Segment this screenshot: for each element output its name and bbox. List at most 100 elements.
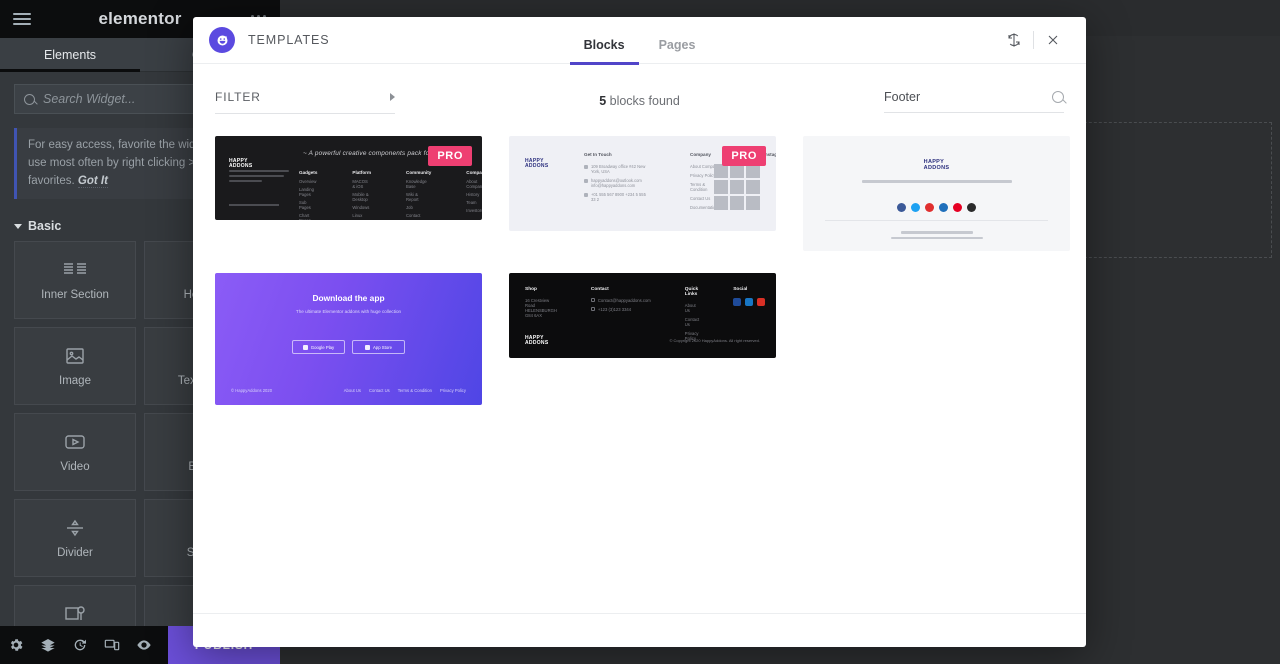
widget-label: Image [59,374,91,387]
instagram-grid [714,164,760,210]
template-columns: Shop 16 Crestview Road HELENSBURGH G84 6… [525,287,766,345]
widget-divider[interactable]: Divider [14,499,136,578]
template-links: About Us Contact Us Terms & Condition Pr… [344,388,466,393]
refresh-icon[interactable] [995,17,1033,64]
pinterest-icon [953,203,962,212]
pro-badge: PRO [722,146,766,166]
template-logo: HAPPY ADDONS [924,159,950,171]
mail-icon [584,178,588,183]
widget-label: Divider [57,546,93,559]
instagram-tile [730,180,744,194]
template-grid: PRO HAPPY ADDONS ~ A powerful creative c… [215,136,1070,427]
phone-icon [584,192,588,197]
instagram-tile [714,196,728,210]
template-card[interactable]: HAPPY ADDONS [803,136,1070,251]
tab-pages[interactable]: Pages [659,38,696,64]
template-thumbnail[interactable]: PRO HAPPY ADDONS Get In Touch 109 Broadw… [509,136,776,231]
favorites-notice-cta[interactable]: Got It [77,174,108,188]
template-columns: Gadgets Overview Landing Pages Sub Pages Cha… [299,170,482,220]
eye-icon[interactable] [128,626,160,664]
template-logo: HAPPY ADDONS [229,159,252,169]
template-column: Contact Contact@happyaddons.com +123 (3)… [590,287,651,345]
widget-label: Inner Section [41,288,109,301]
widget-category-label: Basic [28,219,62,234]
template-thumbnail[interactable]: HAPPY ADDONS [803,136,1070,251]
widget-video[interactable]: Video [14,413,136,492]
modal-body: PRO HAPPY ADDONS ~ A powerful creative c… [193,114,1086,613]
history-icon[interactable] [64,626,96,664]
social-icons [733,298,766,306]
apple-icon [364,344,370,350]
template-card[interactable]: Download the app The ultimate Elementor … [215,273,482,405]
footer-link[interactable]: About Us [344,388,361,393]
column-heading: Company [466,170,482,175]
youtube-icon [925,203,934,212]
template-search-input[interactable]: Footer [884,90,920,104]
template-thumbnail[interactable]: Shop 16 Crestview Road HELENSBURGH G84 6… [509,273,776,358]
social-icons [897,203,976,212]
google-play-icon [302,344,308,350]
instagram-tile [714,180,728,194]
footer-link[interactable]: Privacy Policy [440,388,466,393]
app-store-button[interactable]: App Store [352,340,405,354]
column-heading: Gadgets [299,170,318,175]
template-column: Company About Company History Team Investors [466,170,482,220]
logo-line-2: ADDONS [229,163,253,169]
gear-icon[interactable] [0,626,32,664]
filter-underline [215,113,395,114]
template-copyright [803,231,1070,239]
column-heading: Company [690,152,711,157]
widget-inner-section[interactable]: Inner Section [14,241,136,320]
column-item: Knowledge Base [406,179,427,189]
template-column: Social [733,287,766,345]
footer-link[interactable]: Terms & Condition [398,388,432,393]
templates-modal: TEMPLATES Blocks Pages FILTER 5 blocks f… [193,17,1086,647]
modal-toolbar: FILTER 5 blocks found Footer [193,64,1086,114]
modal-tabs: Blocks Pages [193,17,1086,65]
instagram-tile [730,164,744,178]
widget-search-placeholder: Search Widget... [43,92,136,106]
layers-icon[interactable] [32,626,64,664]
template-card[interactable]: Shop 16 Crestview Road HELENSBURGH G84 6… [509,273,776,405]
store-buttons: Google Play App Store [292,340,405,354]
template-thumbnail[interactable]: PRO HAPPY ADDONS ~ A powerful creative c… [215,136,482,220]
column-item: History [466,192,480,197]
tab-elements[interactable]: Elements [0,38,140,72]
column-item: Team [466,200,477,205]
column-item: Job [406,205,413,210]
screen: elementor Elements Global Search Widget.… [0,0,1280,664]
column-heading: Contact [590,287,609,292]
mail-icon [590,298,595,303]
column-heading: Social [733,287,748,292]
filter-label: FILTER [215,90,261,104]
widget-image[interactable]: Image [14,327,136,406]
divider-icon [62,518,88,538]
template-logo: HAPPY ADDONS [525,159,548,169]
filter-dropdown[interactable]: FILTER [215,90,395,114]
template-card[interactable]: PRO HAPPY ADDONS ~ A powerful creative c… [215,136,482,251]
template-card[interactable]: PRO HAPPY ADDONS Get In Touch 109 Broadw… [509,136,776,251]
close-icon[interactable] [1034,17,1072,64]
template-paragraph [229,170,289,185]
footer-link[interactable]: Contact Us [369,388,390,393]
template-thumbnail[interactable]: Download the app The ultimate Elementor … [215,273,482,405]
column-item: Investors [466,208,482,213]
logo-line-2: ADDONS [525,340,549,346]
search-icon[interactable] [1052,91,1064,103]
template-subtitle: The ultimate Elementor addons with huge … [295,309,402,314]
template-search[interactable]: Footer [884,90,1064,113]
github-icon [967,203,976,212]
template-copyright: © Copyright 2020 HappyAddons. All right … [669,338,760,343]
responsive-icon[interactable] [96,626,128,664]
google-play-button[interactable]: Google Play [292,340,345,354]
template-column: Gadgets Overview Landing Pages Sub Pages Cha… [299,170,317,220]
template-column: Get In Touch 109 Broadway office #42 New… [584,152,648,214]
column-item: About Us [684,303,696,313]
column-item: Landing Pages [299,187,314,197]
column-item: Windows [352,205,370,210]
template-column: Platform MACOS & iOS Mobile & Desktop Windo… [352,170,371,220]
template-tagline: ~ A powerful creative components pack fo… [303,150,445,157]
tab-blocks[interactable]: Blocks [569,38,639,65]
logo-line-2: ADDONS [525,163,549,169]
column-item: Mobile & Desktop [352,192,369,202]
